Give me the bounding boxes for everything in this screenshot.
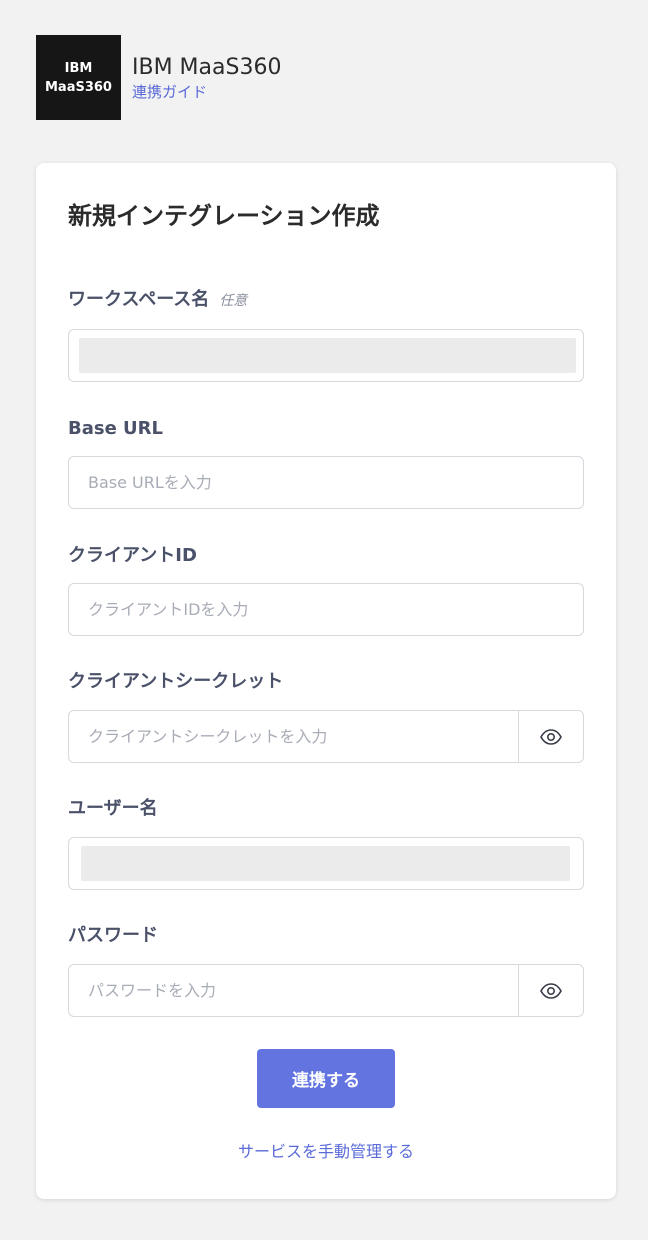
brand-block: IBM MaaS360 連携ガイド xyxy=(132,35,281,120)
workspace-name-masked-value xyxy=(79,338,576,373)
integration-form-card: 新規インテグレーション作成 ワークスペース名任意 Base URL クライアント… xyxy=(36,163,616,1199)
logo-line-1: IBM xyxy=(64,60,93,76)
workspace-name-label: ワークスペース名 任意 xyxy=(68,288,247,313)
password-input[interactable] xyxy=(69,965,519,1016)
base-url-input[interactable] xyxy=(69,457,583,508)
app-header: IBM MaaS360 IBM MaaS360 連携ガイド xyxy=(36,35,281,120)
password-label: パスワード xyxy=(68,925,158,946)
page-title: 新規インテグレーション作成 xyxy=(68,202,380,230)
client-id-label: クライアントID xyxy=(68,545,197,566)
eye-icon xyxy=(540,728,562,745)
workspace-name-field[interactable] xyxy=(68,329,584,382)
manage-service-manually-link[interactable]: サービスを手動管理する xyxy=(36,1141,616,1163)
app-name: IBM MaaS360 xyxy=(132,54,282,80)
base-url-label: Base URL xyxy=(68,418,164,439)
ibm-maas360-logo: IBM MaaS360 xyxy=(36,35,121,120)
eye-icon xyxy=(540,982,562,999)
client-id-field[interactable] xyxy=(68,583,584,636)
password-field[interactable] xyxy=(68,964,584,1017)
client-secret-label: クライアントシークレット xyxy=(68,671,284,692)
client-secret-input[interactable] xyxy=(69,711,519,762)
integration-guide-link[interactable]: 連携ガイド xyxy=(132,82,281,102)
client-secret-visibility-toggle[interactable] xyxy=(518,711,583,762)
username-label: ユーザー名 xyxy=(68,798,158,819)
username-field[interactable] xyxy=(68,837,584,890)
username-masked-value xyxy=(81,846,570,881)
base-url-field[interactable] xyxy=(68,456,584,509)
workspace-name-label-text: ワークスペース名 xyxy=(68,289,210,310)
optional-tag: 任意 xyxy=(219,293,248,309)
logo-line-2: MaaS360 xyxy=(45,79,112,95)
client-secret-field[interactable] xyxy=(68,710,584,763)
password-visibility-toggle[interactable] xyxy=(518,965,583,1016)
client-id-input[interactable] xyxy=(69,584,583,635)
connect-button[interactable]: 連携する xyxy=(257,1049,395,1108)
